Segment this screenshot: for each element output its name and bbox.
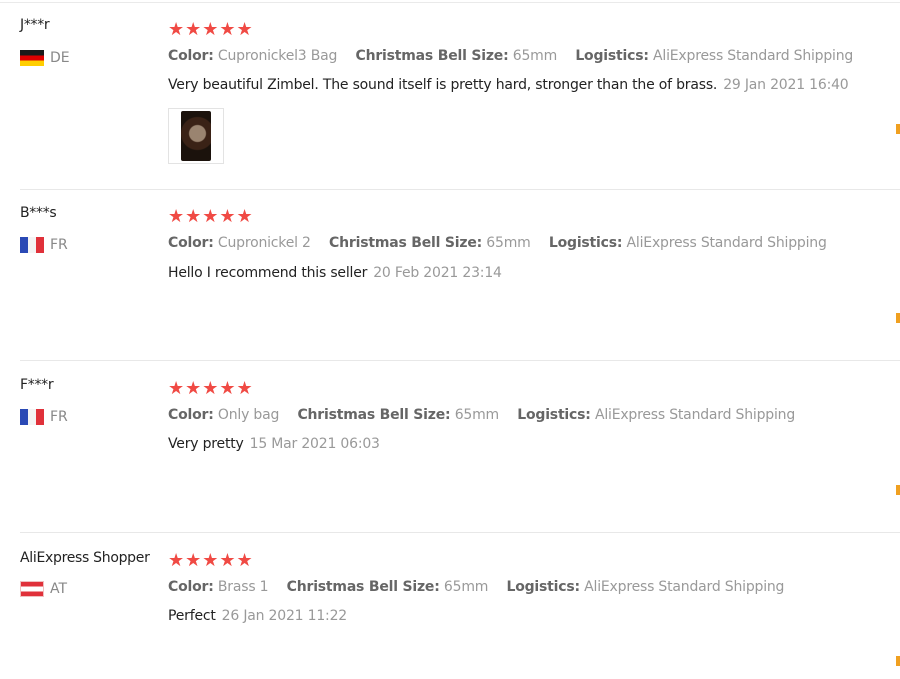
review-date: 15 Mar 2021 06:03 (249, 436, 380, 452)
size-label: Christmas Bell Size: (355, 48, 509, 64)
review-text: Hello I recommend this seller (168, 265, 368, 281)
reviewer-country: DE (20, 50, 70, 66)
review-attributes: Color: Brass 1 Christmas Bell Size: 65mm… (168, 579, 798, 595)
logistics-value: AliExpress Standard Shipping (594, 407, 796, 423)
color-value: Cupronickel3 Bag (217, 48, 338, 64)
side-marker (896, 656, 900, 666)
color-label: Color: (168, 48, 214, 64)
color-label: Color: (168, 579, 214, 595)
review-body: Very beautiful Zimbel. The sound itself … (168, 77, 849, 93)
review-date: 26 Jan 2021 11:22 (221, 608, 348, 624)
size-value: 65mm (512, 48, 558, 64)
reviewer-country: FR (20, 409, 68, 425)
review-divider (20, 360, 900, 361)
review-attributes: Color: Cupronickel3 Bag Christmas Bell S… (168, 48, 867, 64)
reviewer-country: FR (20, 237, 68, 253)
side-marker (896, 124, 900, 134)
review-text: Very pretty (168, 436, 244, 452)
review-divider (20, 189, 900, 190)
france-flag-icon (20, 409, 44, 425)
color-label: Color: (168, 407, 214, 423)
review-body: Hello I recommend this seller 20 Feb 2021… (168, 265, 502, 281)
logistics-label: Logistics: (506, 579, 580, 595)
review-date: 20 Feb 2021 23:14 (373, 265, 502, 281)
austria-flag-icon (20, 581, 44, 597)
star-rating: ★★★★★ (168, 19, 254, 40)
country-code: DE (50, 50, 70, 66)
logistics-value: AliExpress Standard Shipping (584, 579, 785, 595)
country-code: FR (50, 409, 68, 425)
photo-image (181, 111, 211, 161)
review-text: Very beautiful Zimbel. The sound itself … (168, 77, 718, 93)
logistics-value: AliExpress Standard Shipping (626, 235, 827, 251)
logistics-label: Logistics: (517, 407, 591, 423)
review-attributes: Color: Only bag Christmas Bell Size: 65m… (168, 407, 809, 423)
review-body: Very pretty 15 Mar 2021 06:03 (168, 436, 380, 452)
reviewer-country: AT (20, 581, 67, 597)
star-rating: ★★★★★ (168, 378, 254, 399)
germany-flag-icon (20, 50, 44, 66)
star-rating: ★★★★★ (168, 206, 254, 227)
size-label: Christmas Bell Size: (297, 407, 451, 423)
size-value: 65mm (454, 407, 499, 423)
size-value: 65mm (443, 579, 489, 595)
top-border (0, 2, 900, 3)
star-rating: ★★★★★ (168, 550, 254, 571)
reviewer-name: F***r (20, 377, 54, 393)
country-code: AT (50, 581, 68, 597)
color-value: Only bag (217, 407, 280, 423)
size-value: 65mm (486, 235, 531, 251)
france-flag-icon (20, 237, 44, 253)
logistics-label: Logistics: (548, 235, 623, 251)
logistics-value: AliExpress Standard Shipping (653, 48, 854, 64)
review-text: Perfect (168, 608, 216, 624)
color-label: Color: (168, 235, 214, 251)
color-value: Cupronickel 2 (217, 235, 311, 251)
review-date: 29 Jan 2021 16:40 (723, 77, 849, 93)
reviewer-name: B***s (20, 205, 57, 221)
color-value: Brass 1 (217, 579, 269, 595)
logistics-label: Logistics: (575, 48, 649, 64)
review-photo-thumbnail[interactable] (168, 108, 224, 164)
side-marker (896, 485, 900, 495)
side-marker (896, 313, 900, 323)
reviewer-name: J***r (20, 17, 50, 33)
review-divider (20, 532, 900, 533)
size-label: Christmas Bell Size: (286, 579, 440, 595)
size-label: Christmas Bell Size: (329, 235, 483, 251)
review-attributes: Color: Cupronickel 2 Christmas Bell Size… (168, 235, 841, 251)
review-body: Perfect 26 Jan 2021 11:22 (168, 608, 347, 624)
country-code: FR (50, 237, 68, 253)
reviewer-name: AliExpress Shopper (20, 550, 150, 566)
